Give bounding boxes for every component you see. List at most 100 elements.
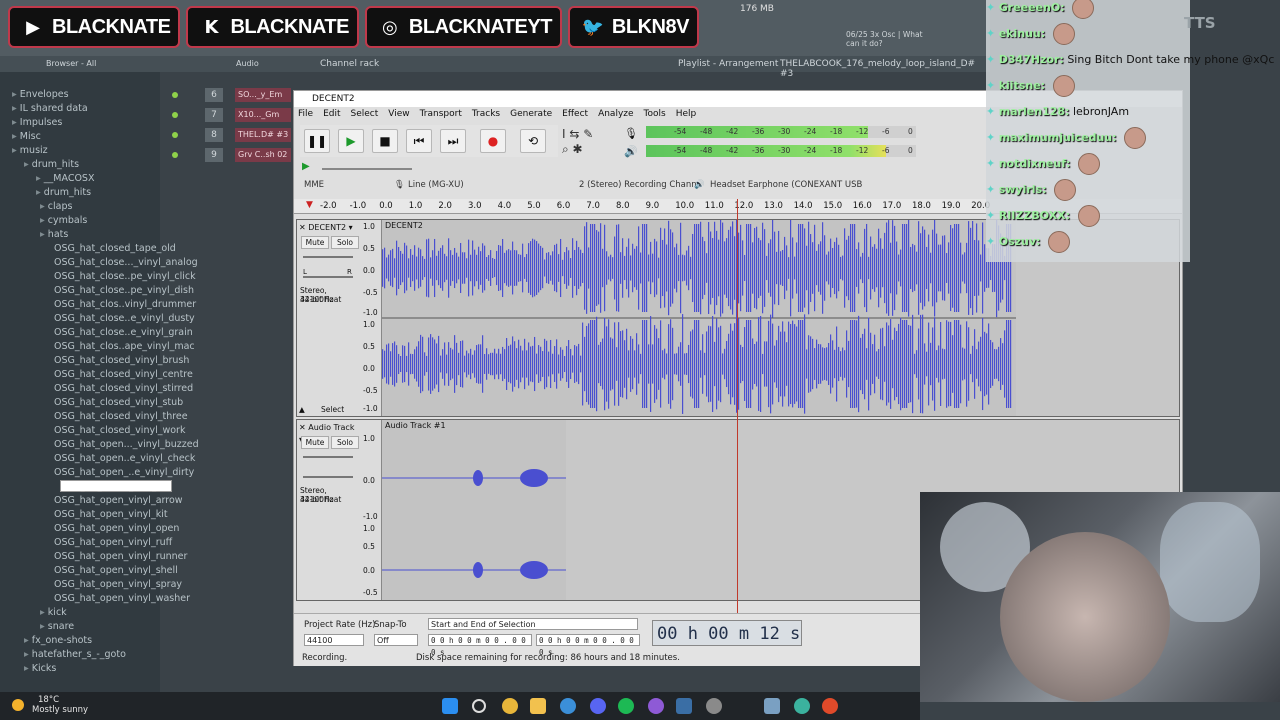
mute-button[interactable]: Mute (301, 436, 329, 449)
browser-item[interactable]: OSG_hat_open_vinyl_kit (54, 508, 168, 522)
snap-select[interactable]: Off (374, 634, 418, 646)
browser-item[interactable]: hats (40, 228, 69, 242)
browser-item[interactable]: snare (40, 620, 74, 634)
waveform-clip[interactable]: Audio Track #1 (382, 420, 566, 600)
channel-row[interactable]: 6 SO..._y_Em (165, 88, 293, 104)
browser-item[interactable]: OSG_hat_close..e_vinyl_grain (54, 326, 193, 340)
browser-item[interactable]: OSG_hat_open_vinyl_arrow (54, 494, 183, 508)
solo-button[interactable]: Solo (331, 236, 359, 249)
audio-position[interactable]: 00 h 00 m 12 s (652, 620, 802, 646)
chrome-icon[interactable] (502, 698, 518, 714)
pause-button[interactable]: ❚❚ (304, 129, 330, 153)
browser-item[interactable]: OSG_hat_close..pe_vinyl_dish (54, 284, 194, 298)
browser-item[interactable]: OSG_hat_close..e_vinyl_dusty (54, 312, 195, 326)
tab-project[interactable]: THELABCOOK_176_melody_loop_island_D# #3 (780, 59, 990, 79)
discord-icon[interactable] (590, 698, 606, 714)
menu-help[interactable]: Help (676, 109, 697, 123)
output-device[interactable]: Headset Earphone (CONEXANT USB (710, 180, 862, 190)
record-meter[interactable]: -54 -48 -42 -36 -30 -24 -18 -12 -6 0 (646, 126, 916, 138)
browser-item[interactable]: Misc (12, 130, 41, 144)
spotify-icon[interactable] (618, 698, 634, 714)
browser-item[interactable]: OSG_hat_close..._vinyl_analog (54, 256, 198, 270)
folder-icon[interactable] (530, 698, 546, 714)
browser-item[interactable]: Envelopes (12, 88, 69, 102)
browser-item[interactable]: Kicks (24, 662, 57, 676)
browser-item[interactable]: OSG_hat_open_vinyl_spray (54, 578, 182, 592)
weather-widget[interactable]: 18°C Mostly sunny (12, 695, 88, 715)
collapse-icon[interactable]: ▲ (299, 405, 305, 414)
waveform-clip[interactable]: DECENT2 (382, 220, 1016, 416)
menu-view[interactable]: View (388, 109, 409, 123)
browser-item[interactable]: OSG_hat_closed_vinyl_centre (54, 368, 193, 382)
selection-mode-select[interactable]: Start and End of Selection (428, 618, 638, 630)
selection-end[interactable]: 0 0 h 0 0 m 0 0 . 0 0 0 s (536, 634, 640, 657)
browser-title[interactable]: Browser - All (46, 59, 96, 68)
edge-icon[interactable] (560, 698, 576, 714)
browser-item[interactable]: OSG_hat_closed_vinyl_stub (54, 396, 183, 410)
gain-slider[interactable] (303, 256, 353, 258)
browser-item[interactable]: OSG_hat_open_vinyl_runner (54, 550, 187, 564)
menu-effect[interactable]: Effect (562, 109, 588, 123)
menu-file[interactable]: File (298, 109, 313, 123)
browser-item[interactable]: OSG_hat_closed_vinyl_brush (54, 354, 189, 368)
menu-tools[interactable]: Tools (644, 109, 666, 123)
close-icon[interactable]: ✕ (299, 223, 308, 232)
close-icon[interactable]: ✕ (299, 423, 308, 432)
solo-button[interactable]: Solo (331, 436, 359, 449)
skip-end-button[interactable]: ⏭ (440, 129, 466, 153)
input-device[interactable]: Line (MG-XU) (408, 180, 464, 190)
menu-analyze[interactable]: Analyze (598, 109, 633, 123)
browser-item[interactable]: OSG_hat_open.e_vinyl_fold (60, 480, 173, 492)
start-icon[interactable] (442, 698, 458, 714)
browser-item[interactable]: OSG_hat_closed_vinyl_three (54, 410, 188, 424)
browser-item[interactable]: OSG_hat_clos..vinyl_drummer (54, 298, 196, 312)
track-name-button[interactable]: ✕ DECENT2 ▾ (299, 222, 359, 234)
playhead[interactable] (737, 199, 738, 613)
browser-item[interactable]: claps (40, 200, 73, 214)
obs-icon[interactable] (648, 698, 664, 714)
browser-item[interactable]: Impulses (12, 116, 63, 130)
app-icon[interactable] (794, 698, 810, 714)
browser-item[interactable]: OSG_hat_closed_tape_old (54, 242, 176, 256)
browser-item[interactable]: OSG_hat_close..pe_vinyl_click (54, 270, 196, 284)
settings-icon[interactable] (706, 698, 722, 714)
gain-slider[interactable] (303, 456, 353, 458)
pan-slider[interactable] (303, 276, 353, 278)
browser-item[interactable]: musiz (12, 144, 48, 158)
browser-item[interactable]: drum_hits (36, 186, 91, 200)
record-button[interactable]: ● (480, 129, 506, 153)
browser-item[interactable]: OSG_hat_open_vinyl_open (54, 522, 179, 536)
tab-playlist[interactable]: Playlist - Arrangement (678, 59, 778, 69)
play-button[interactable]: ▶ (338, 129, 364, 153)
browser-item[interactable]: OSG_hat_closed_vinyl_work (54, 424, 185, 438)
tab-channel-rack[interactable]: Channel rack (320, 59, 379, 69)
browser-item[interactable]: OSG_hat_closed_vinyl_stirred (54, 382, 193, 396)
channel-row[interactable]: 9 Grv C..sh 02 (165, 148, 293, 164)
browser-item[interactable]: OSG_hat_open_..e_vinyl_dirty (54, 466, 194, 480)
tab-audio[interactable]: Audio (236, 59, 259, 68)
loop-button[interactable]: ⟲ (520, 129, 546, 153)
browser-item[interactable]: drum_hits (24, 158, 79, 172)
search-icon[interactable] (472, 699, 486, 713)
menu-tracks[interactable]: Tracks (472, 109, 500, 123)
browser-item[interactable]: OSG_hat_open_vinyl_washer (54, 592, 190, 606)
menu-select[interactable]: Select (351, 109, 379, 123)
browser-item[interactable]: fx_one-shots (24, 634, 92, 648)
speed-slider[interactable] (322, 168, 412, 170)
track-name-button[interactable]: ✕ Audio Track ▾ (299, 422, 359, 444)
play-meter[interactable]: -54 -48 -42 -36 -30 -24 -18 -12 -6 0 (646, 145, 916, 157)
recording-channels[interactable]: 2 (Stereo) Recording Chann (579, 180, 697, 190)
browser-item[interactable]: __MACOSX (36, 172, 95, 186)
play-at-speed-button[interactable]: ▶ (302, 161, 310, 172)
stop-button[interactable]: ■ (372, 129, 398, 153)
project-rate-select[interactable]: 44100 (304, 634, 364, 646)
channel-row[interactable]: 8 THEL.D# #3 (165, 128, 293, 144)
browser-item[interactable]: OSG_hat_open_vinyl_shell (54, 564, 178, 578)
browser-item[interactable]: OSG_hat_open_vinyl_ruff (54, 536, 172, 550)
menu-edit[interactable]: Edit (323, 109, 340, 123)
browser-item[interactable]: OSG_hat_open..e_vinyl_check (54, 452, 195, 466)
track-select-button[interactable]: Select (321, 405, 344, 414)
file-icon[interactable] (764, 698, 780, 714)
pan-slider[interactable] (303, 476, 353, 478)
browser-item[interactable]: IL shared data (12, 102, 88, 116)
